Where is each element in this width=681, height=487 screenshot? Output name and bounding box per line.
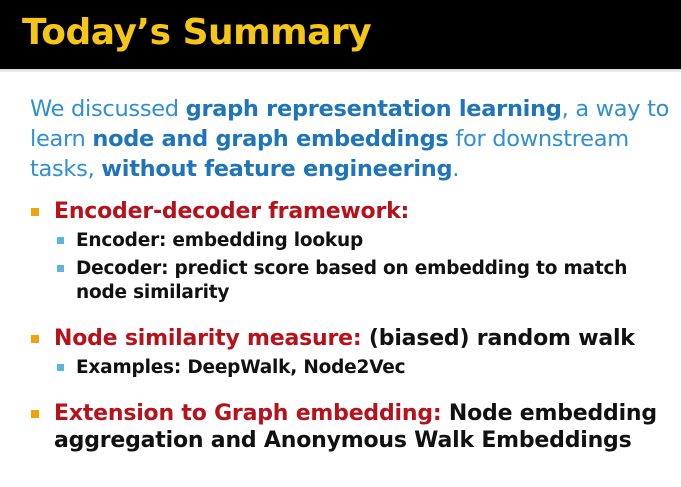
sub-bullet-square-icon	[57, 237, 64, 244]
bullet-heading: Node similarity measure:	[54, 326, 362, 351]
sub-bullet-decoder: Decoder: predict score based on embeddin…	[30, 257, 675, 305]
sub-bullet-text: Decoder: predict score based on embeddin…	[76, 258, 628, 303]
intro-text-4: .	[452, 156, 460, 182]
bullet-square-icon	[31, 410, 39, 418]
slide-title: Today’s Summary	[22, 12, 372, 53]
title-bar: Today’s Summary	[0, 0, 681, 69]
intro-emphasis-2: node and graph embeddings	[92, 126, 449, 152]
bullet-square-icon	[31, 335, 39, 343]
intro-emphasis-1: graph representation learning	[185, 96, 562, 122]
bullet-encoder-decoder: Encoder-decoder framework:	[30, 198, 675, 225]
sub-bullet-text: Encoder: embedding lookup	[76, 230, 364, 251]
bullet-graph-embedding: Extension to Graph embedding: Node embed…	[30, 400, 675, 454]
bullet-list: Encoder-decoder framework: Encoder: embe…	[30, 198, 675, 454]
sub-bullet-square-icon	[57, 265, 64, 272]
bullet-node-similarity: Node similarity measure: (biased) random…	[30, 325, 675, 352]
title-divider	[0, 69, 681, 72]
sub-bullet-text: Examples: DeepWalk, Node2Vec	[76, 357, 406, 378]
bullet-heading: Encoder-decoder framework:	[54, 199, 410, 224]
intro-emphasis-3: without feature engineering	[101, 156, 453, 182]
bullet-text: (biased) random walk	[361, 326, 635, 351]
sub-bullet-square-icon	[57, 364, 64, 371]
sub-bullet-encoder: Encoder: embedding lookup	[30, 229, 675, 253]
intro-paragraph: We discussed graph representation learni…	[30, 94, 678, 184]
intro-text-1: We discussed	[30, 96, 186, 122]
bullet-square-icon	[31, 208, 39, 216]
sub-bullet-examples: Examples: DeepWalk, Node2Vec	[30, 356, 675, 380]
bullet-heading: Extension to Graph embedding:	[54, 401, 442, 426]
